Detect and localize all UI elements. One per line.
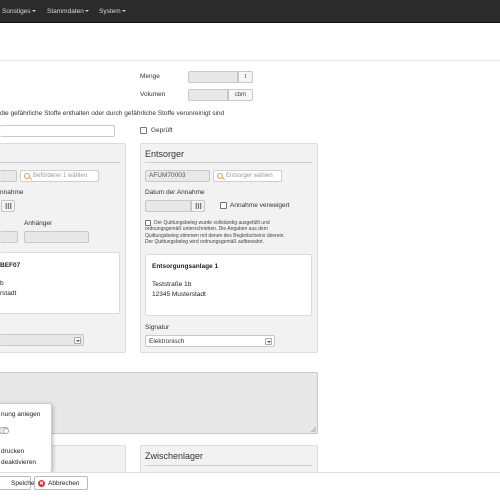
resize-handle-icon[interactable] [311, 427, 316, 432]
befoerderer-address-line1: b [0, 280, 4, 287]
nav-system-label: System [99, 8, 121, 15]
chevron-down-icon [84, 10, 89, 12]
actions-popup-menu: nung anlegen drucken deaktivieren [0, 403, 52, 473]
volumen-input[interactable] [188, 89, 228, 101]
signatur-select[interactable]: Elektronisch [145, 335, 275, 347]
menge-unit: t [238, 71, 253, 83]
annahme-verweigert-checkbox[interactable] [220, 202, 227, 209]
nav-stammdaten[interactable]: Stammdaten [47, 8, 89, 15]
close-icon [38, 479, 45, 487]
befoerderer-number-input[interactable] [0, 170, 17, 182]
popup-item-drucken[interactable]: drucken [1, 448, 24, 455]
quittungsbeleg-notice: Der Quittungsbeleg wurde vollständig aus… [145, 220, 315, 246]
befoerderer-divider [0, 162, 120, 163]
menge-input[interactable] [188, 71, 238, 83]
befoerderer-address-line2: rstadt [0, 290, 17, 297]
nav-sonstiges-label: Sonstiges [2, 8, 31, 15]
entsorger-divider [145, 162, 312, 163]
search-icon [217, 173, 223, 179]
chevron-down-icon [265, 338, 272, 345]
geprueft-checkbox[interactable] [140, 127, 147, 134]
anhaenger-input[interactable] [24, 231, 89, 243]
signatur-value: Elektronisch [149, 337, 185, 345]
befoerderer-address-box: BEF07 b rstadt [0, 252, 120, 314]
popup-item-deaktivieren[interactable]: deaktivieren [1, 459, 36, 466]
choose-befoerderer-label: Beförderer 1 wählen [33, 173, 88, 179]
datum-annahme-label: Datum der Annahme [145, 189, 205, 196]
volumen-label: Volumen [140, 91, 166, 98]
nav-system[interactable]: System [99, 8, 126, 15]
toggle-knob [3, 428, 9, 434]
befoerderer-annahme-label: nnahme [0, 189, 24, 196]
top-navbar: Sonstiges Stammdaten System [0, 0, 500, 23]
choose-befoerderer-button[interactable]: Beförderer 1 wählen [20, 170, 99, 182]
choose-entsorger-button[interactable]: Entsorger wählen [213, 170, 282, 182]
annahme-verweigert-label: Annahme verweigert [230, 202, 290, 209]
entsorger-title: Entsorger [145, 149, 185, 159]
entsorger-address-city: 12345 Musterstadt [152, 291, 206, 298]
page-subheader [0, 23, 500, 61]
geprueft-label: Geprüft [151, 127, 173, 134]
befoerderer-date-picker[interactable] [1, 200, 15, 212]
form-footer: Speichern Abbrechen [0, 472, 500, 500]
cancel-button-label: Abbrechen [48, 479, 80, 487]
entsorger-date-picker[interactable] [191, 200, 205, 212]
datum-annahme-input[interactable] [145, 200, 191, 212]
popup-item-anlegen[interactable]: nung anlegen [1, 411, 40, 418]
entsorger-address-name: Entsorgungsanlage 1 [152, 263, 219, 270]
calendar-icon [4, 203, 12, 209]
zwischenlager-title: Zwischenlager [145, 451, 204, 461]
volumen-unit: cbm [228, 89, 253, 101]
save-button[interactable]: Speichern [0, 476, 40, 490]
search-icon [24, 173, 30, 179]
cancel-button[interactable]: Abbrechen [34, 476, 88, 490]
choose-entsorger-label: Entsorger wählen [226, 173, 273, 179]
befoerderer-signatur-select[interactable] [0, 334, 84, 346]
entsorger-address-box: Entsorgungsanlage 1 Teststraße 1b 12345 … [145, 254, 312, 316]
nav-sonstiges[interactable]: Sonstiges [2, 8, 36, 15]
menge-label: Menge [140, 73, 160, 80]
anhaenger-label: Anhänger [24, 220, 53, 227]
notice-line: Der Quittungsbeleg wird ordnungsgemäß au… [145, 239, 264, 246]
chevron-down-icon [31, 10, 36, 12]
chevron-down-icon [121, 10, 126, 12]
zwischenlager-divider [145, 465, 312, 466]
hazard-input[interactable] [0, 125, 115, 137]
entsorger-address-street: Teststraße 1b [152, 281, 192, 288]
chevron-down-icon [74, 337, 81, 344]
entsorger-number-input[interactable]: AFUM70003 [145, 170, 210, 182]
befoerderer-address-id: BEF07 [0, 262, 21, 269]
nav-stammdaten-label: Stammdaten [47, 8, 84, 15]
hazard-text: die gefährliche Stoffe enthalten oder du… [0, 110, 225, 117]
popup-toggle[interactable] [0, 427, 9, 434]
calendar-icon [194, 203, 202, 209]
kennzeichen-input[interactable] [0, 231, 18, 243]
signatur-label: Signatur [145, 324, 170, 331]
